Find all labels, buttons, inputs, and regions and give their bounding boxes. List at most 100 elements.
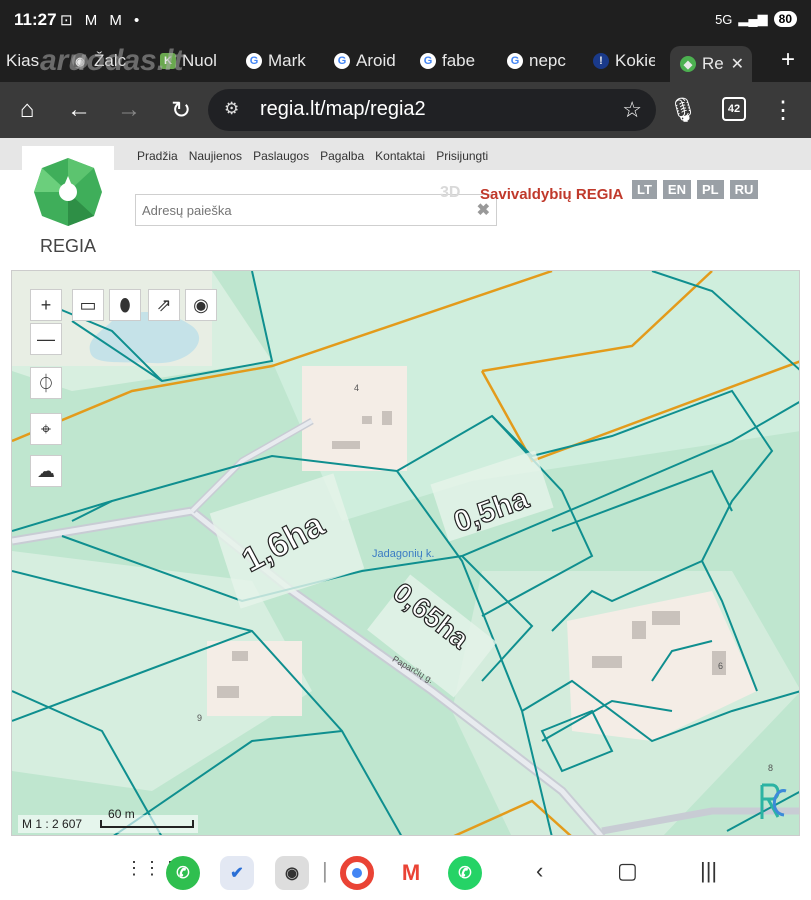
close-icon[interactable]: ✕ — [731, 54, 744, 74]
clear-icon[interactable]: ✖ — [477, 200, 490, 220]
lang-lt[interactable]: LT — [632, 180, 657, 199]
status-bar: 11:27 ⊡ M M • 5G ▂▄▆ 80 — [0, 0, 811, 40]
language-switcher: LT EN PL RU — [632, 180, 759, 199]
building — [382, 411, 392, 425]
menu-item-services[interactable]: Paslaugos — [253, 149, 309, 163]
village-label: Jadagonių k. — [372, 548, 434, 560]
tab-label: Mark — [268, 51, 306, 70]
tab-label: Kokie — [615, 51, 655, 70]
tab-label: Nuol — [182, 51, 217, 70]
divider: | — [322, 858, 328, 883]
back-nav-icon[interactable]: ‹ — [536, 858, 543, 884]
building — [632, 621, 646, 639]
phone-app-icon[interactable]: ✆ — [166, 856, 200, 890]
compass-icon[interactable]: ⏀ — [30, 367, 62, 399]
tab-label: nepc — [529, 51, 566, 70]
regia-favicon-icon: ◆ — [680, 56, 696, 72]
menu-icon[interactable]: ⋮ — [768, 96, 798, 125]
google-icon: G — [507, 53, 523, 69]
system-indicators: 5G ▂▄▆ 80 — [715, 11, 797, 27]
address-search-input[interactable] — [136, 195, 464, 225]
regia-logo[interactable]: REGIA — [22, 146, 114, 260]
building — [232, 651, 248, 661]
bookmark-star-icon[interactable]: ☆ — [622, 97, 642, 123]
flag-icon: ! — [593, 53, 609, 69]
map-view[interactable]: 1,6ha 0,5ha 0,65ha Jadagonių k. Paparčių… — [11, 270, 800, 836]
gmail-app-icon[interactable]: M — [394, 856, 428, 890]
lang-pl[interactable]: PL — [696, 180, 724, 199]
scale-bar: M 1 : 2 607 60 m — [18, 807, 199, 833]
battery-indicator: 80 — [773, 11, 797, 27]
logo-text: REGIA — [39, 236, 96, 256]
locate-icon[interactable]: ⌖ — [30, 413, 62, 445]
tab-label: fabe — [442, 51, 476, 70]
tasks-app-icon[interactable]: ✔ — [220, 856, 254, 890]
main-menu: Pradžia Naujienos Paslaugos Pagalba Kont… — [137, 149, 488, 163]
back-icon[interactable]: ← — [64, 96, 94, 124]
tab-7[interactable]: ! Kokie — [593, 46, 655, 76]
site-settings-icon[interactable]: ⚙ — [224, 99, 239, 119]
whatsapp-app-icon[interactable]: ✆ — [448, 856, 482, 890]
home-nav-icon[interactable]: ▢ — [617, 858, 638, 884]
tab-label: Aroid — [356, 51, 396, 70]
scale-bar-graphic: 60 m — [100, 807, 195, 828]
tab-3[interactable]: G Mark — [246, 46, 308, 76]
address-bar[interactable]: ⚙ regia.lt/map/regia2 ☆ — [208, 89, 656, 131]
country-extent-icon[interactable]: ☁ — [30, 455, 62, 487]
menu-item-login[interactable]: Prisijungti — [436, 149, 488, 163]
building — [332, 441, 360, 449]
building — [592, 656, 622, 668]
3d-label[interactable]: 3D — [440, 184, 460, 202]
tab-5[interactable]: Gfabe — [420, 46, 482, 76]
recents-nav-icon[interactable]: ||| — [700, 858, 717, 884]
notification-icons: ⊡ M M • — [60, 12, 144, 29]
web-page: REGIA Pradžia Naujienos Paslaugos Pagalb… — [0, 138, 811, 846]
tab-count-button[interactable]: 42 — [722, 97, 746, 121]
menu-item-news[interactable]: Naujienos — [189, 149, 242, 163]
map-canvas[interactable]: 1,6ha 0,5ha 0,65ha Jadagonių k. Paparčių… — [12, 271, 800, 836]
chrome-app-icon[interactable] — [340, 856, 374, 890]
toolbar: ⌂ ← → ↻ ⚙ regia.lt/map/regia2 ☆ 🎙 42 ⋮ — [0, 82, 811, 138]
forward-icon[interactable]: → — [114, 96, 144, 124]
plot-number-4: 4 — [354, 383, 359, 393]
home-icon[interactable]: ⌂ — [12, 96, 42, 124]
building-plot — [207, 641, 302, 716]
building — [652, 611, 680, 625]
microphone-icon[interactable]: 🎙 — [668, 96, 698, 125]
url-text[interactable]: regia.lt/map/regia2 — [260, 98, 426, 121]
tab-active[interactable]: ◆ Re ✕ — [670, 46, 752, 82]
zoom-out-button[interactable]: — — [30, 323, 62, 355]
clock: 11:27 — [14, 10, 57, 29]
tab-6[interactable]: Gnepc — [507, 46, 569, 76]
scale-ratio: M 1 : 2 607 — [22, 817, 83, 831]
tab-label: Re — [702, 54, 724, 73]
regia-logo-icon — [34, 158, 102, 226]
scale-distance: 60 m — [108, 807, 135, 821]
brand-title: Savivaldybių REGIA — [480, 186, 624, 203]
network-label: 5G — [715, 11, 733, 27]
lang-en[interactable]: EN — [662, 180, 691, 199]
menu-item-help[interactable]: Pagalba — [320, 149, 364, 163]
share-icon[interactable]: ⇗ — [148, 289, 180, 321]
menu-item-contacts[interactable]: Kontaktai — [375, 149, 425, 163]
reload-icon[interactable]: ↻ — [166, 96, 196, 125]
lang-ru[interactable]: RU — [729, 180, 759, 199]
android-nav-bar: ⋮⋮⋮ ✆ ✔ ◉ | M ✆ ‹ ▢ ||| — [0, 846, 811, 900]
building — [217, 686, 239, 698]
tab-4[interactable]: G Aroid — [334, 46, 396, 76]
tab-label: Kias — [6, 51, 40, 70]
marker-icon[interactable]: ⬮ — [109, 289, 141, 321]
google-icon: G — [420, 53, 436, 69]
camera-app-icon[interactable]: ◉ — [275, 856, 309, 890]
record-icon[interactable]: ◉ — [185, 289, 217, 321]
google-icon: G — [246, 53, 262, 69]
menu-item-home[interactable]: Pradžia — [137, 149, 178, 163]
plot-number-6: 6 — [718, 661, 723, 671]
building — [362, 416, 372, 424]
measure-icon[interactable]: ▭ — [72, 289, 104, 321]
plot-number-8: 8 — [768, 763, 773, 773]
new-tab-button[interactable]: + — [781, 46, 795, 74]
google-icon: G — [334, 53, 350, 69]
zoom-in-button[interactable]: + — [30, 289, 62, 321]
watermark: aruodas.lt — [40, 44, 184, 77]
